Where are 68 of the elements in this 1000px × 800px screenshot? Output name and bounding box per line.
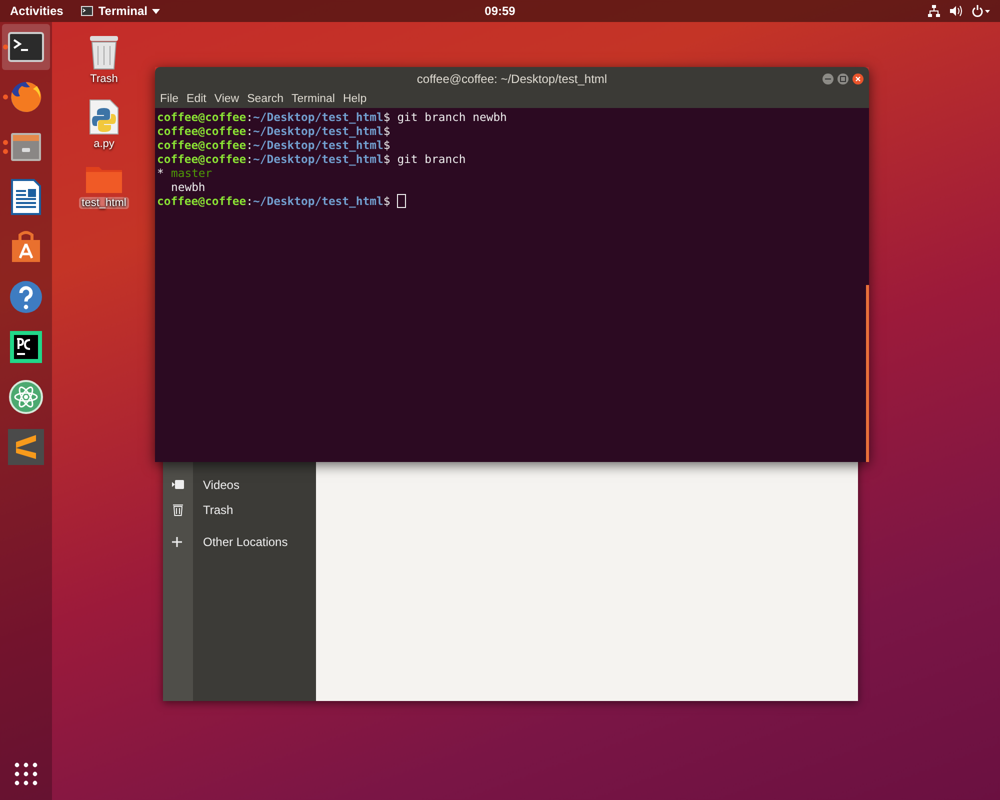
volume-icon[interactable] [950,5,962,17]
sidebar-item[interactable]: Videos [193,472,316,497]
prompt-user: coffee@coffee [157,110,246,124]
prompt-sign: $ [383,138,390,152]
file-cabinet-icon [10,131,42,163]
prompt-separator: : [246,194,254,208]
branch-name: newbh [171,180,206,194]
trash-icon[interactable] [88,34,120,70]
branch-name: master [171,166,212,180]
prompt-path: ~/Desktop/test_html [253,124,384,138]
app-grid-icon[interactable] [14,762,38,786]
plus-icon [172,536,182,546]
running-indicator [3,140,8,154]
maximize-button[interactable] [837,72,849,84]
menu-item[interactable]: Edit [186,93,206,105]
app-menu[interactable]: Terminal [81,4,160,18]
prompt-path: ~/Desktop/test_html [253,152,384,166]
help-icon [9,280,43,314]
prompt-user: coffee@coffee [157,194,246,208]
prompt-separator: : [246,110,254,124]
menu-item[interactable]: File [160,93,179,105]
clock[interactable]: 09:59 [484,4,516,18]
current-branch-marker: * [157,166,165,180]
prompt-sign: $ [383,194,390,208]
caret-icon [152,8,160,14]
prompt-sign: $ [383,152,390,166]
menu-item[interactable]: Help [342,93,367,105]
network-icon[interactable] [928,5,940,17]
prompt-separator: : [246,138,254,152]
prompt-path: ~/Desktop/test_html [253,138,384,152]
running-indicator [3,94,8,100]
prompt-user: coffee@coffee [157,152,246,166]
prompt-path: ~/Desktop/test_html [253,194,384,208]
document-icon [11,179,41,215]
prompt-separator: : [246,152,254,166]
prompt-user: coffee@coffee [157,124,246,138]
sidebar-item[interactable]: Other Locations [193,529,316,554]
terminal-icon [8,32,44,62]
scrollbar[interactable] [866,285,869,462]
activities-button[interactable]: Activities [0,4,74,18]
command-text: git branch newbh [397,110,507,124]
menu-item[interactable]: Terminal [292,93,335,105]
menu-item[interactable]: Search [247,93,284,105]
menu-item[interactable]: View [214,93,240,105]
trash-icon [172,503,184,516]
terminal-icon [81,6,94,16]
code-editor-icon [10,331,42,363]
globe-fox-icon [9,80,43,114]
prompt-user: coffee@coffee [157,138,246,152]
prompt-sign: $ [383,110,390,124]
running-indicator [3,44,8,50]
prompt-separator: : [246,124,254,138]
video-camera-icon [172,480,184,489]
prompt-sign: $ [383,124,390,138]
file-label[interactable]: a.py [90,138,118,150]
window-title: coffee@coffee: ~/Desktop/test_html [416,72,608,86]
s-logo-icon [8,429,44,465]
close-button[interactable] [852,72,864,84]
python-file-icon[interactable] [89,99,119,135]
sidebar-item[interactable]: Trash [193,497,316,522]
shopping-bag-icon [9,230,43,264]
command-text: git branch [397,152,466,166]
dock-item[interactable] [2,24,50,70]
power-icon[interactable] [972,5,990,17]
minimize-button[interactable] [822,72,834,84]
atom-icon [9,380,43,414]
prompt-path: ~/Desktop/test_html [253,110,384,124]
file-label[interactable]: Trash [87,73,121,85]
